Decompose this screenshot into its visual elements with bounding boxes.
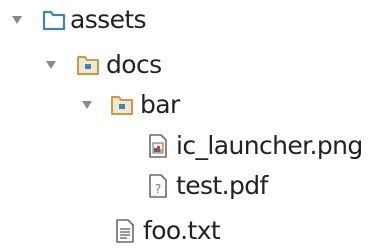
project-tree: assets docs bar ic_launcher.png ? test.p… <box>0 0 386 250</box>
tree-node-foo-txt[interactable]: foo.txt <box>0 214 386 248</box>
tree-node-ic-launcher[interactable]: ic_launcher.png <box>0 129 386 163</box>
expand-arrow-icon[interactable] <box>44 48 58 82</box>
tree-node-test-pdf[interactable]: ? test.pdf <box>0 169 386 203</box>
text-file-icon <box>113 219 137 243</box>
tree-node-label: foo.txt <box>143 216 221 245</box>
tree-node-label: bar <box>140 90 180 119</box>
package-folder-icon <box>110 93 134 117</box>
svg-text:?: ? <box>155 182 161 196</box>
tree-node-label: assets <box>70 5 147 34</box>
expand-arrow-icon[interactable] <box>10 3 24 37</box>
folder-icon <box>42 8 66 32</box>
tree-node-assets[interactable]: assets <box>0 3 386 37</box>
unknown-file-icon: ? <box>146 174 170 198</box>
tree-node-docs[interactable]: docs <box>0 48 386 82</box>
tree-node-label: ic_launcher.png <box>176 131 363 160</box>
image-file-icon <box>146 134 170 158</box>
tree-node-bar[interactable]: bar <box>0 88 386 122</box>
package-folder-icon <box>76 53 100 77</box>
expand-arrow-icon[interactable] <box>80 88 94 122</box>
tree-node-label: test.pdf <box>176 171 268 200</box>
tree-node-label: docs <box>106 50 162 79</box>
